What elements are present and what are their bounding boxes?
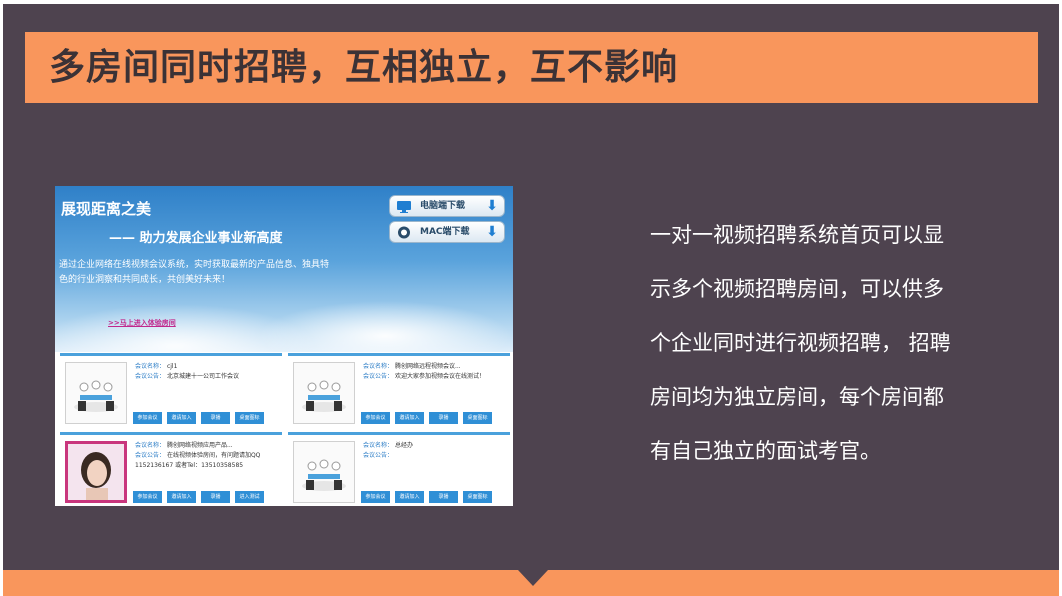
banner-description: 通过企业网络在线视频会议系统，实时获取最新的产品信息、独具特色的行业洞察和共同成… (59, 260, 330, 285)
room-actions: 参加会议 邀请加入 录播 进入测试 (133, 483, 269, 503)
room-info: 会议名称： 腾创网络远程视频会议... 会议公告： 欢迎大家参加视频会议在线测试… (363, 362, 485, 382)
invite-button[interactable]: 邀请加入 (395, 412, 424, 424)
website-banner: 展现距离之美 —— 助力发展企业事业新高度 通过企业网络在线视频会议系统，实时获… (55, 186, 513, 352)
room-card-4: 会议名称： 总经办 会议公告： 参加会议 邀请加入 录播 桌面图标 (288, 432, 510, 505)
title-bar: 多房间同时招聘，互相独立，互不影响 (25, 32, 1038, 103)
description-line: 个企业同时进行视频招聘， 招聘 (650, 331, 951, 355)
embedded-website-screenshot: 展现距离之美 —— 助力发展企业事业新高度 通过企业网络在线视频会议系统，实时获… (55, 186, 513, 506)
pc-download-button[interactable]: 电脑端下载 ⬇ (389, 195, 505, 217)
room-actions: 参加会议 邀请加入 录播 桌面图标 (133, 404, 269, 424)
mac-download-button[interactable]: MAC端下载 ⬇ (389, 221, 505, 243)
room-card-3: 会议名称： 腾创网络视频应用产品... 会议公告： 在线视频体验房间，有问题请加… (60, 432, 282, 505)
enter-test-button[interactable]: 进入测试 (235, 491, 264, 503)
pc-download-label: 电脑端下载 (420, 201, 466, 211)
join-meeting-button[interactable]: 参加会议 (361, 412, 390, 424)
room-notice-label: 会议公告： (363, 452, 394, 459)
room-card-2: 会议名称： 腾创网络远程视频会议... 会议公告： 欢迎大家参加视频会议在线测试… (288, 353, 510, 426)
room-info: 会议名称： 总经办 会议公告： (363, 441, 413, 461)
room-notice-label: 会议公告： (135, 373, 166, 380)
enter-room-link[interactable]: >>马上进入体验房间 (108, 318, 176, 328)
room-notice: 北京城建十一公司工作会议 (166, 373, 239, 380)
room-info: 会议名称： 腾创网络视频应用产品... 会议公告： 在线视频体验房间，有问题请加… (135, 441, 260, 471)
room-card-1: 会议名称： cjl1 会议公告： 北京城建十一公司工作会议 参加会议 邀请加入 录播… (60, 353, 282, 426)
room-name-label: 会议名称： (135, 442, 166, 449)
room-actions: 参加会议 邀请加入 录播 桌面图标 (361, 404, 497, 424)
room-host-photo (65, 441, 127, 503)
record-button[interactable]: 录播 (429, 491, 458, 503)
banner-subtitle: —— 助力发展企业事业新高度 (109, 231, 283, 246)
room-name: 腾创网络视频应用产品... (166, 442, 233, 449)
slide-title: 多房间同时招聘，互相独立，互不影响 (49, 47, 679, 88)
room-name: 腾创网络远程视频会议... (394, 363, 461, 370)
desktop-icon-button[interactable]: 桌面图标 (235, 412, 264, 424)
room-info: 会议名称： cjl1 会议公告： 北京城建十一公司工作会议 (135, 362, 239, 382)
room-notice-label: 会议公告： (363, 373, 394, 380)
record-button[interactable]: 录播 (201, 491, 230, 503)
meeting-illustration-icon (74, 380, 118, 412)
room-actions: 参加会议 邀请加入 录播 桌面图标 (361, 483, 497, 503)
room-name: 总经办 (394, 442, 413, 449)
monitor-icon (397, 201, 411, 213)
desktop-icon-button[interactable]: 桌面图标 (463, 412, 492, 424)
banner-title: 展现距离之美 (61, 200, 152, 218)
download-arrow-icon: ⬇ (486, 224, 498, 240)
meeting-room-image (293, 441, 355, 503)
meeting-illustration-icon (302, 459, 346, 491)
join-meeting-button[interactable]: 参加会议 (133, 412, 162, 424)
room-name-label: 会议名称： (363, 363, 394, 370)
slide-description: 一对一视频招聘系统首页可以显 示多个视频招聘房间，可以供多 个企业同时进行视频招… (650, 208, 980, 478)
description-line: 示多个视频招聘房间，可以供多 (650, 277, 944, 301)
mac-download-label: MAC端下载 (420, 227, 470, 237)
room-name-label: 会议名称： (135, 363, 166, 370)
host-avatar-icon (68, 444, 124, 500)
room-contact: 1152136167 或者Tel：13510358585 (135, 462, 244, 469)
invite-button[interactable]: 邀请加入 (167, 412, 196, 424)
invite-button[interactable]: 邀请加入 (167, 491, 196, 503)
room-notice-label: 会议公告： (135, 452, 166, 459)
description-line: 房间均为独立房间，每个房间都 (650, 385, 944, 409)
mac-icon (398, 226, 410, 239)
description-line: 一对一视频招聘系统首页可以显 (650, 223, 944, 247)
slide: 多房间同时招聘，互相独立，互不影响 展现距离之美 —— 助力发展企业事业新高度 … (0, 0, 1062, 596)
meeting-room-image (293, 362, 355, 424)
invite-button[interactable]: 邀请加入 (395, 491, 424, 503)
room-notice: 欢迎大家参加视频会议在线测试！ (394, 373, 485, 380)
meeting-room-image (65, 362, 127, 424)
record-button[interactable]: 录播 (429, 412, 458, 424)
meeting-illustration-icon (302, 380, 346, 412)
room-name-label: 会议名称： (363, 442, 394, 449)
join-meeting-button[interactable]: 参加会议 (133, 491, 162, 503)
join-meeting-button[interactable]: 参加会议 (361, 491, 390, 503)
description-line: 有自己独立的面试考官。 (650, 439, 881, 463)
download-arrow-icon: ⬇ (486, 198, 498, 214)
record-button[interactable]: 录播 (201, 412, 230, 424)
bottom-notch (518, 570, 548, 586)
room-name: cjl1 (166, 363, 178, 370)
desktop-icon-button[interactable]: 桌面图标 (463, 491, 492, 503)
room-notice: 在线视频体验房间，有问题请加QQ (166, 452, 261, 459)
